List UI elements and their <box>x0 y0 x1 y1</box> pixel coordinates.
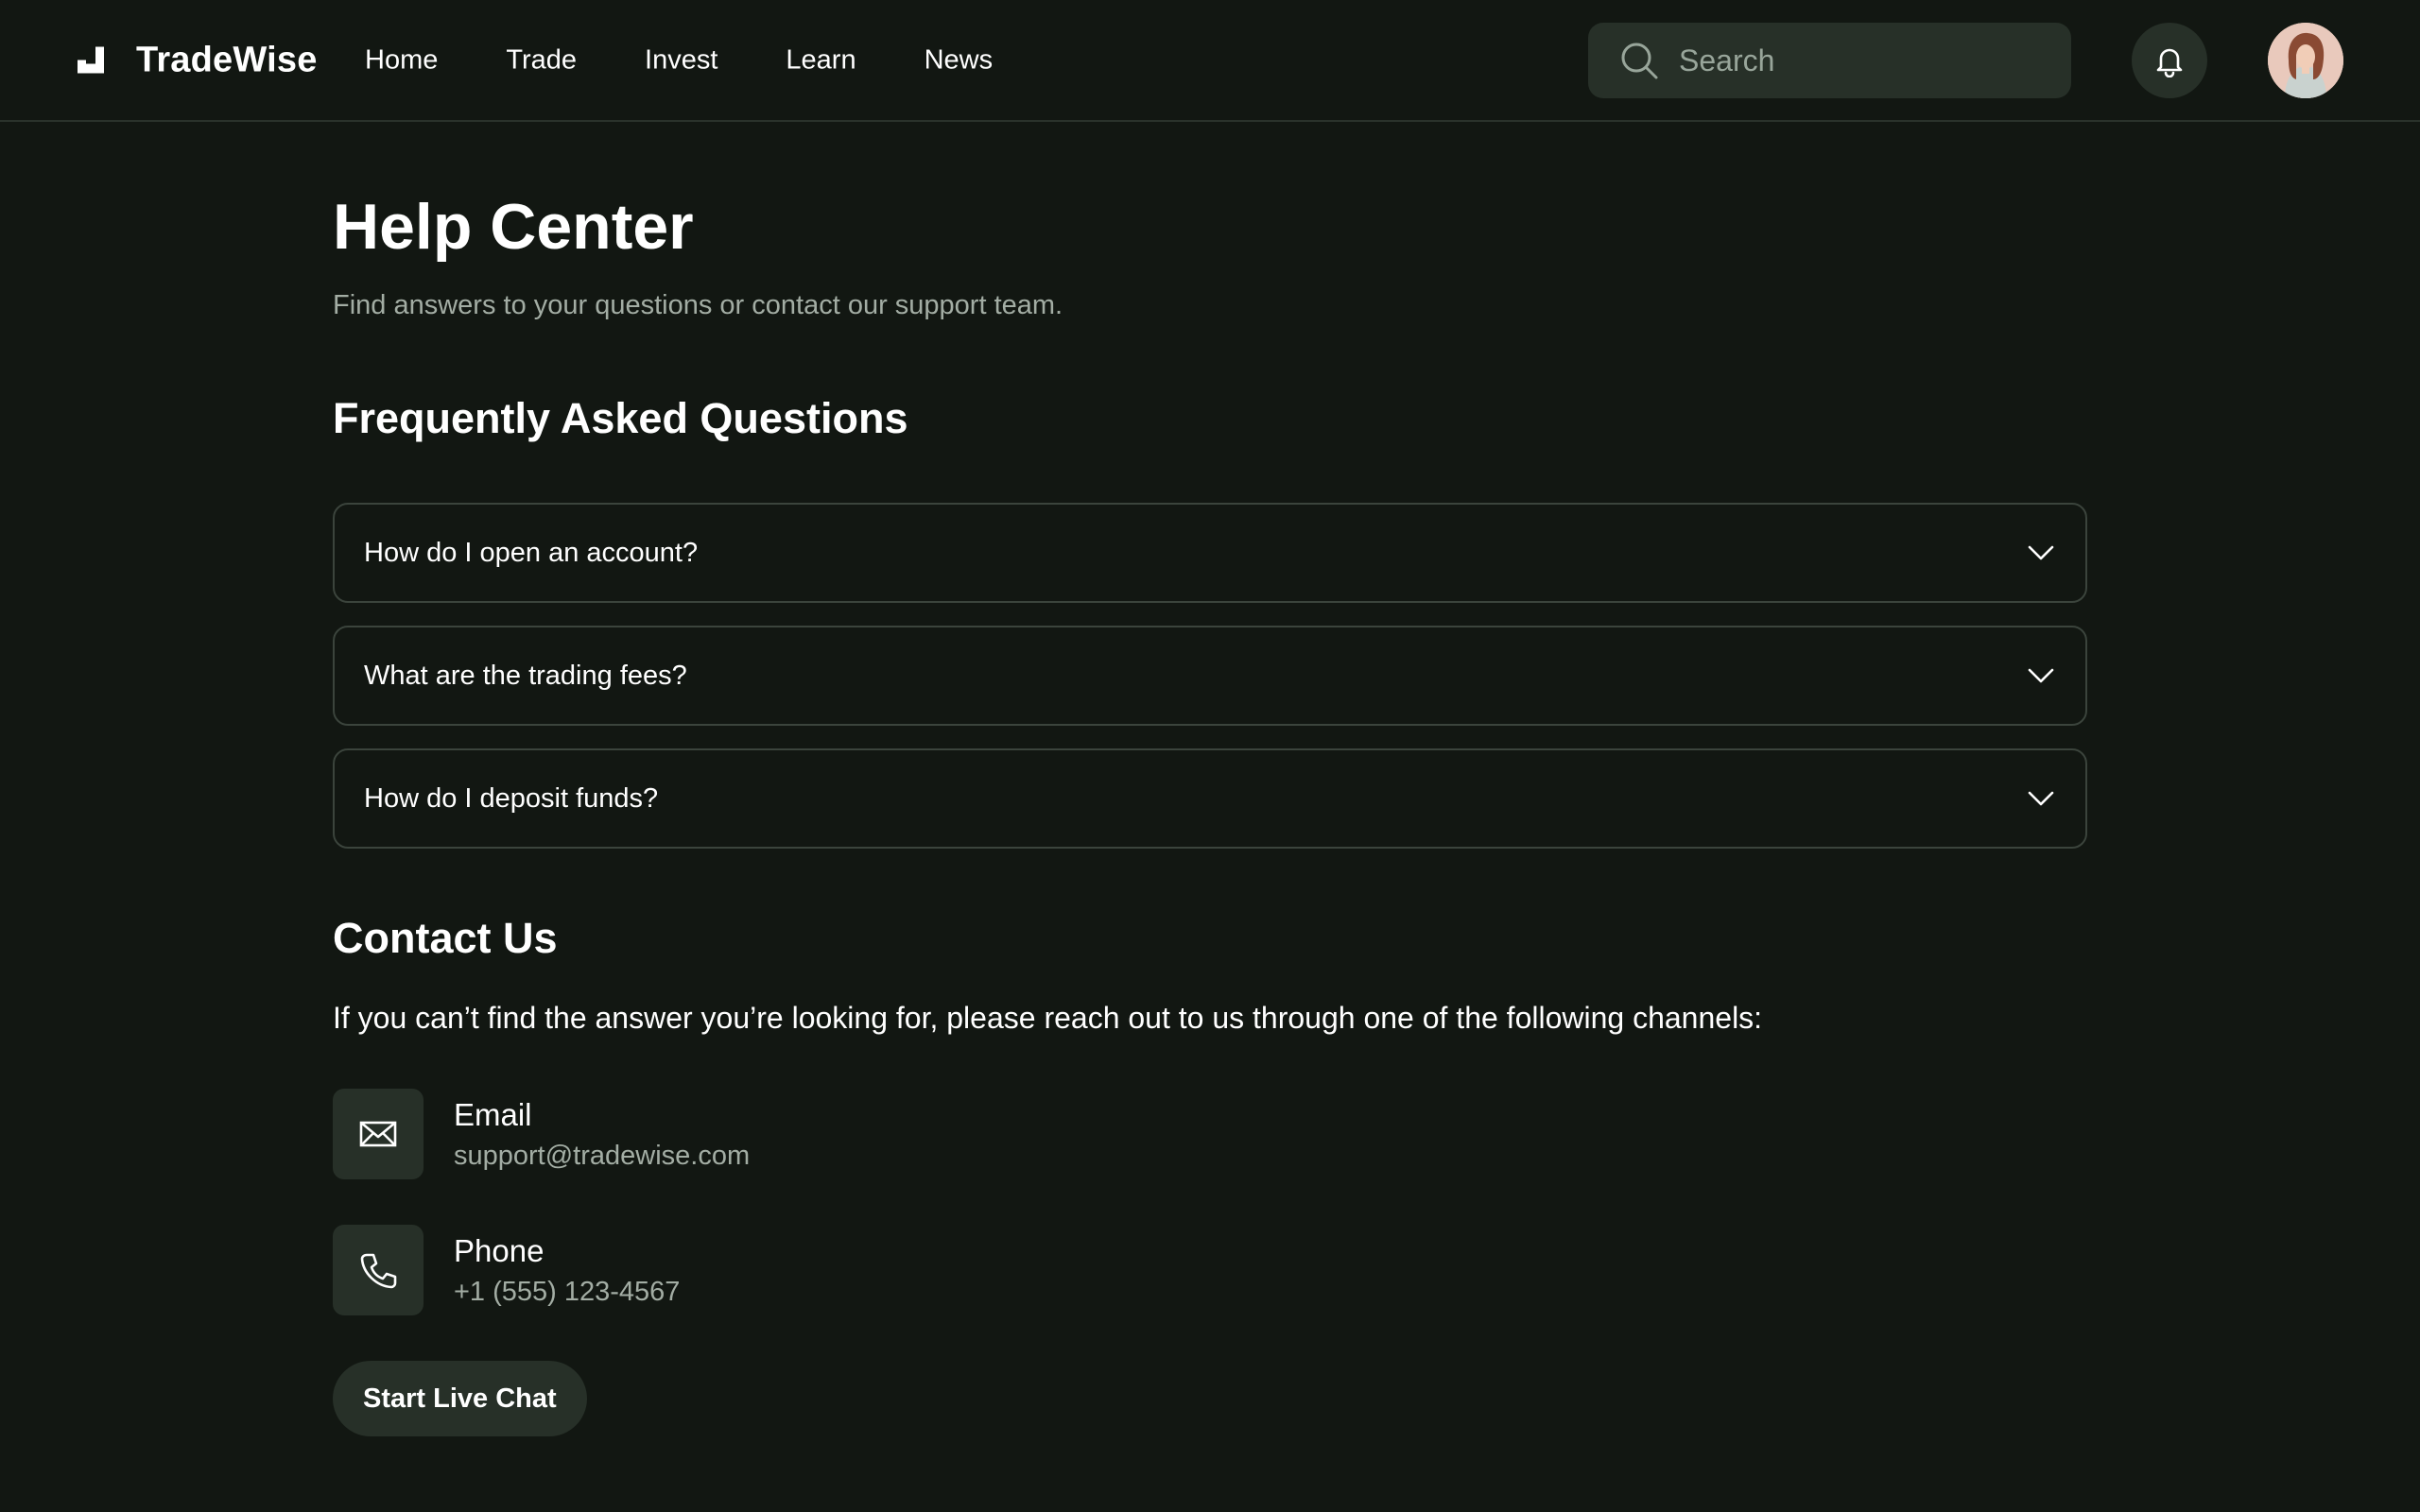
start-live-chat-button[interactable]: Start Live Chat <box>333 1361 587 1436</box>
nav-news[interactable]: News <box>925 44 994 76</box>
chevron-down-icon <box>2028 791 2054 806</box>
phone-number[interactable]: +1 (555) 123-4567 <box>454 1277 680 1308</box>
chevron-down-icon <box>2028 545 2054 560</box>
bell-icon <box>2156 48 2183 77</box>
page-subtitle: Find answers to your questions or contac… <box>333 290 1063 320</box>
phone-icon <box>360 1253 397 1289</box>
phone-label: Phone <box>454 1232 544 1268</box>
contact-heading: Contact Us <box>333 914 558 962</box>
contact-channel-phone[interactable]: Phone +1 (555) 123-4567 <box>333 1225 680 1315</box>
email-text: Email support@tradewise.com <box>454 1097 750 1172</box>
mail-icon <box>359 1121 397 1147</box>
contact-channel-email[interactable]: Email support@tradewise.com <box>333 1089 750 1179</box>
nav-learn[interactable]: Learn <box>786 44 856 76</box>
search-icon <box>1621 43 1658 79</box>
faq-item-deposit-funds[interactable]: How do I deposit funds? <box>333 748 2087 849</box>
notifications-button[interactable] <box>2132 23 2207 98</box>
brand-name: TradeWise <box>136 40 318 79</box>
email-label: Email <box>454 1096 532 1132</box>
nav-trade[interactable]: Trade <box>506 44 577 76</box>
main-nav: Home Trade Invest Learn News <box>365 44 1061 76</box>
faq-list: How do I open an account? What are the t… <box>333 503 2087 871</box>
top-navbar: TradeWise Home Trade Invest Learn News <box>0 0 2420 122</box>
faq-question: How do I open an account? <box>364 537 699 568</box>
search-box[interactable] <box>1588 23 2071 98</box>
faq-question: How do I deposit funds? <box>364 782 659 814</box>
nav-home[interactable]: Home <box>365 44 438 76</box>
contact-description: If you can’t find the answer you’re look… <box>333 1001 1763 1035</box>
avatar[interactable] <box>2268 23 2343 98</box>
search-input[interactable] <box>1677 42 2036 79</box>
brand[interactable]: TradeWise <box>78 40 318 80</box>
email-icon-tile <box>333 1089 424 1179</box>
phone-text: Phone +1 (555) 123-4567 <box>454 1233 680 1308</box>
logo-icon <box>78 46 104 74</box>
faq-question: What are the trading fees? <box>364 660 687 691</box>
chevron-down-icon <box>2028 668 2054 683</box>
faq-item-open-account[interactable]: How do I open an account? <box>333 503 2087 603</box>
page-title: Help Center <box>333 191 694 263</box>
faq-heading: Frequently Asked Questions <box>333 394 908 442</box>
nav-invest[interactable]: Invest <box>645 44 717 76</box>
faq-item-trading-fees[interactable]: What are the trading fees? <box>333 626 2087 726</box>
user-avatar-image <box>2268 23 2343 98</box>
phone-icon-tile <box>333 1225 424 1315</box>
email-address[interactable]: support@tradewise.com <box>454 1141 750 1172</box>
